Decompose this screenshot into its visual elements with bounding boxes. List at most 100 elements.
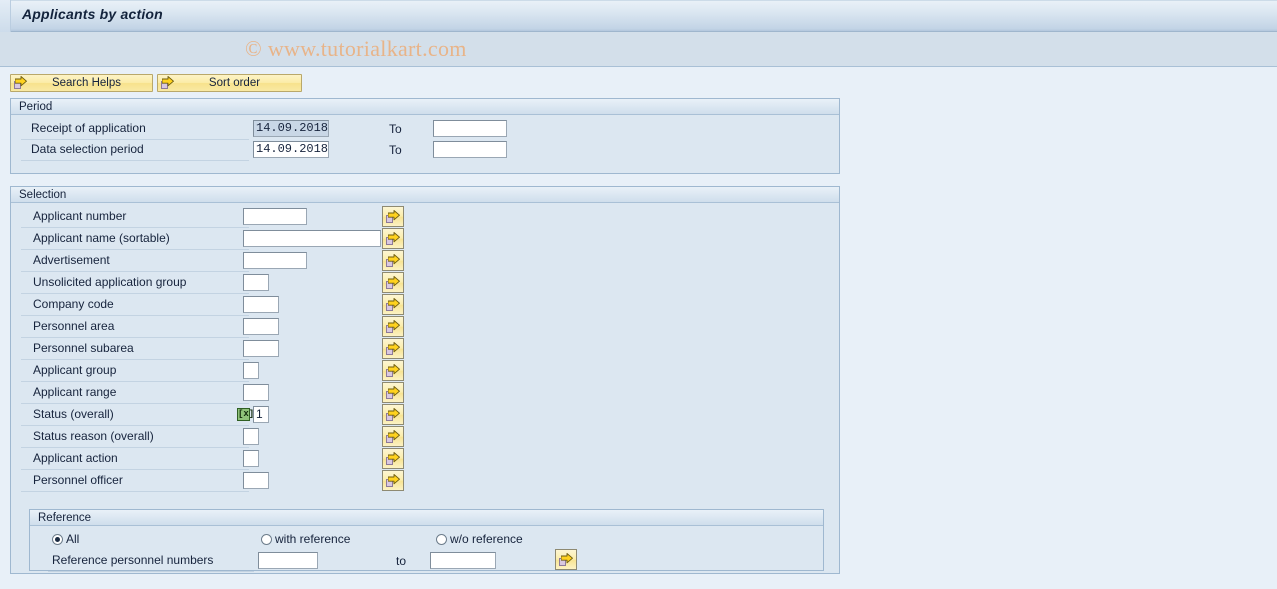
personnel-officer-multi-select-button[interactable] — [382, 470, 404, 491]
personnel-subarea-multi-select-button[interactable] — [382, 338, 404, 359]
arrow-right-icon — [162, 76, 174, 87]
arrow-right-icon — [388, 407, 400, 418]
arrow-right-page-icon — [160, 76, 174, 90]
reference-option-wo-reference[interactable]: w/o reference — [436, 532, 523, 546]
arrow-right-page-icon — [386, 363, 400, 378]
receipt-of-application-from-input[interactable]: 14.09.2018 — [253, 120, 329, 137]
applicant-range-multi-select-button[interactable] — [382, 382, 404, 403]
reference-panel-header: Reference — [30, 510, 823, 526]
applicant-group-multi-select-button[interactable] — [382, 360, 404, 381]
applicant-action-multi-select-button[interactable] — [382, 448, 404, 469]
arrow-right-page-icon — [13, 76, 27, 90]
arrow-right-icon — [388, 363, 400, 374]
reference-personnel-numbers-label: Reference personnel numbers — [48, 551, 254, 572]
personnel-subarea-label: Personnel subarea — [21, 339, 249, 360]
arrow-right-page-icon — [386, 473, 400, 488]
company-code-input[interactable] — [243, 296, 279, 313]
company-code-label: Company code — [21, 295, 249, 316]
radio-all-icon[interactable] — [52, 533, 63, 545]
reference-panel-body: All with reference w/o reference Referen… — [30, 526, 823, 572]
arrow-right-icon — [561, 552, 573, 563]
watermark-text: © www.tutorialkart.com — [245, 36, 467, 61]
status-reason-overall-input[interactable] — [243, 428, 259, 445]
applicant-range-input[interactable] — [243, 384, 269, 401]
arrow-right-page-icon — [386, 253, 400, 268]
applicant-group-label: Applicant group — [21, 361, 249, 382]
arrow-right-icon — [388, 385, 400, 396]
advertisement-multi-select-button[interactable] — [382, 250, 404, 271]
arrow-right-icon — [388, 451, 400, 462]
applicant-number-input[interactable] — [243, 208, 307, 225]
period-panel-header: Period — [11, 99, 839, 115]
left-margin-strip — [0, 96, 10, 589]
advertisement-input[interactable] — [243, 252, 307, 269]
applicant-name-sortable-input[interactable] — [243, 230, 381, 247]
personnel-area-multi-select-button[interactable] — [382, 316, 404, 337]
arrow-right-page-icon — [386, 341, 400, 356]
status-overall-multi-select-button[interactable] — [382, 404, 404, 425]
arrow-right-page-icon — [386, 297, 400, 312]
data-selection-period-from-input[interactable]: 14.09.2018 — [253, 141, 329, 158]
applicant-name-sortable-multi-select-button[interactable] — [382, 228, 404, 249]
arrow-right-icon — [388, 231, 400, 242]
personnel-area-label: Personnel area — [21, 317, 249, 338]
arrow-right-icon — [15, 76, 27, 87]
status-overall-label: Status (overall) — [21, 405, 249, 426]
status-overall-input[interactable]: 1 — [253, 406, 269, 423]
applicant-group-input[interactable] — [243, 362, 259, 379]
reference-personnel-numbers-multi-select-button[interactable] — [555, 549, 577, 570]
applicant-range-label: Applicant range — [21, 383, 249, 404]
arrow-right-icon — [388, 319, 400, 330]
arrow-right-page-icon — [386, 275, 400, 290]
arrow-right-page-icon — [559, 552, 573, 567]
receipt-of-application-to-input[interactable] — [433, 120, 507, 137]
arrow-right-icon — [388, 209, 400, 220]
personnel-area-input[interactable] — [243, 318, 279, 335]
radio-with-reference-icon[interactable] — [261, 533, 272, 545]
company-code-multi-select-button[interactable] — [382, 294, 404, 315]
sort-order-button-label: Sort order — [208, 77, 261, 89]
data-selection-period-label: Data selection period — [21, 140, 249, 161]
status-reason-overall-label: Status reason (overall) — [21, 427, 249, 448]
selection-panel-body: Applicant number Applicant name (sortable… — [11, 203, 839, 573]
reference-panel: Reference All with reference w/o referen… — [29, 509, 824, 572]
search-helps-button[interactable]: Search Helps — [10, 74, 153, 92]
applicant-number-label: Applicant number — [21, 207, 249, 228]
arrow-right-icon — [388, 297, 400, 308]
application-toolbar: Search Helps Sort order — [0, 68, 1277, 96]
receipt-of-application-to-label: To — [389, 122, 402, 136]
status-overall-multiple-selection-icon[interactable]: [x] — [237, 408, 254, 421]
applicant-number-multi-select-button[interactable] — [382, 206, 404, 227]
title-bar-left-edge — [0, 0, 11, 32]
arrow-right-page-icon — [386, 231, 400, 246]
selection-panel: Selection Applicant number Applicant name… — [10, 186, 840, 574]
reference-option-with-reference-label: with reference — [275, 532, 351, 546]
arrow-right-page-icon — [386, 385, 400, 400]
reference-option-all[interactable]: All — [52, 532, 79, 546]
applicant-action-label: Applicant action — [21, 449, 249, 470]
radio-wo-reference-icon[interactable] — [436, 533, 447, 545]
arrow-right-icon — [388, 429, 400, 440]
period-panel: Period Receipt of application 14.09.2018… — [10, 98, 840, 174]
reference-personnel-numbers-to-label: to — [396, 554, 407, 568]
personnel-subarea-input[interactable] — [243, 340, 279, 357]
arrow-right-page-icon — [386, 451, 400, 466]
status-reason-overall-multi-select-button[interactable] — [382, 426, 404, 447]
arrow-right-page-icon — [386, 407, 400, 422]
reference-personnel-numbers-to-input[interactable] — [430, 552, 496, 569]
arrow-right-icon — [388, 341, 400, 352]
sort-order-button[interactable]: Sort order — [157, 74, 302, 92]
arrow-right-page-icon — [386, 209, 400, 224]
unsolicited-application-group-multi-select-button[interactable] — [382, 272, 404, 293]
title-bar-highlight — [0, 0, 1277, 1]
search-helps-button-label: Search Helps — [51, 77, 122, 89]
reference-option-with-reference[interactable]: with reference — [261, 532, 350, 546]
reference-personnel-numbers-from-input[interactable] — [258, 552, 318, 569]
unsolicited-application-group-input[interactable] — [243, 274, 269, 291]
data-selection-period-to-input[interactable] — [433, 141, 507, 158]
personnel-officer-input[interactable] — [243, 472, 269, 489]
window-title-bar: Applicants by action — [0, 0, 1277, 32]
period-panel-body: Receipt of application 14.09.2018 To Dat… — [11, 115, 839, 173]
page-title: Applicants by action — [22, 6, 163, 22]
applicant-action-input[interactable] — [243, 450, 259, 467]
